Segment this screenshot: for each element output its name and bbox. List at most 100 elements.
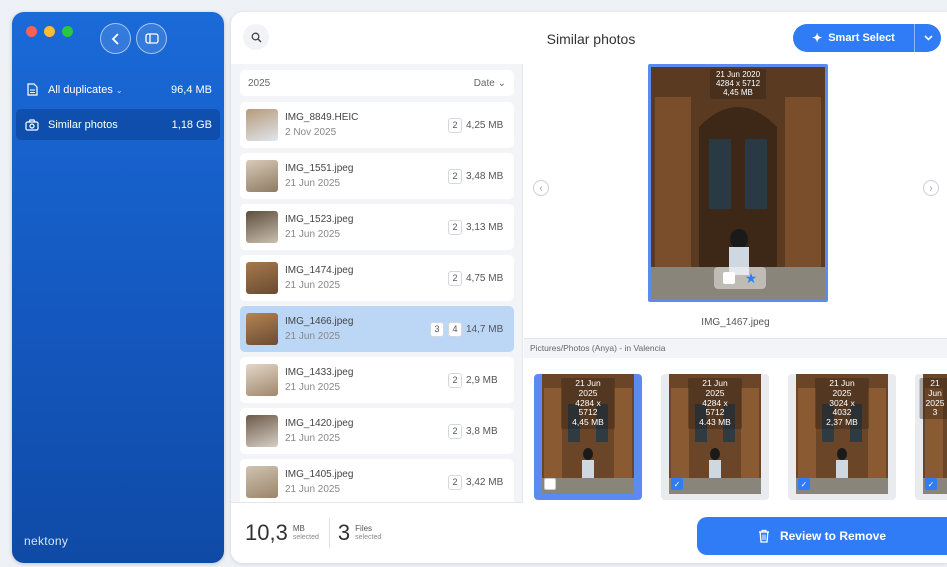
preview-date: 21 Jun 2020 xyxy=(715,70,761,79)
chevron-down-icon: ⌄ xyxy=(497,77,506,89)
gallery-photo-checkbox[interactable]: ✓ xyxy=(798,478,810,490)
select-checkbox[interactable] xyxy=(722,272,735,284)
sidebar-item-all-duplicates[interactable]: All duplicates ⌄ 96,4 MB xyxy=(16,74,220,105)
selected-size-value: 10,3 xyxy=(245,520,288,545)
divider xyxy=(328,518,330,548)
duplicate-count-badge: 2 xyxy=(448,423,462,439)
chevron-down-icon: ⌄ xyxy=(115,85,123,95)
preview-filename: IMG_1467.jpeg xyxy=(701,317,770,328)
preview-image[interactable]: 21 Jun 2020 4284 x 5712 4,45 MB ★ xyxy=(648,64,828,302)
next-photo-button[interactable]: › xyxy=(923,180,939,196)
group-year: 2025 xyxy=(248,77,271,89)
smart-select-dropdown[interactable] xyxy=(915,35,941,41)
sidebar-item-similar-photos[interactable]: Similar photos 1,18 GB xyxy=(16,109,220,140)
gallery-photo-size: 2,37 MB xyxy=(826,417,858,428)
group-size: 4,75 MB xyxy=(466,272,504,284)
file-name: IMG_1466.jpeg xyxy=(285,316,354,327)
photo-thumbnail xyxy=(246,313,278,345)
gallery-photo-date: 21 Jun 2025 xyxy=(829,378,855,398)
sidebar-item-label: Similar photos xyxy=(48,118,118,131)
main-window: Similar photos ✦ Smart Select 2025 Date … xyxy=(231,12,947,563)
toggle-sidebar-button[interactable] xyxy=(136,23,167,54)
duplicate-count-badge: 2 xyxy=(448,219,462,235)
star-icon[interactable]: ★ xyxy=(745,270,758,287)
gallery-photo-checkbox[interactable]: ✓ xyxy=(925,478,937,490)
sort-label: Date xyxy=(473,77,495,89)
gallery-photo[interactable]: 21 Jun 2025 3024 x 4032 2,37 MB ✓ xyxy=(788,374,896,500)
zoom-window-button[interactable] xyxy=(62,26,73,37)
smart-select-label: Smart Select xyxy=(828,32,895,44)
gallery-photo-checkbox[interactable] xyxy=(544,478,556,490)
photo-thumbnail xyxy=(246,160,278,192)
list-item[interactable]: IMG_1466.jpeg 21 Jun 2025 3 4 14,7 MB xyxy=(240,306,514,352)
photo-path: Pictures/Photos (Anya) - in Valencia xyxy=(524,338,947,358)
photo-thumbnail xyxy=(246,466,278,498)
photo-preview: ‹ › 21 Jun 2020 4284 x 5712 4,45 MB ★ IM… xyxy=(524,64,947,346)
gallery-photo-dimensions: 3 xyxy=(932,407,938,418)
photo-thumbnail xyxy=(246,211,278,243)
gallery-photo-info: 21 Jun 2025 4284 x 5712 4.43 MB xyxy=(688,378,742,429)
back-button[interactable] xyxy=(100,23,131,54)
list-item[interactable]: IMG_1551.jpeg 21 Jun 2025 2 3,48 MB xyxy=(240,153,514,199)
sidebar-icon xyxy=(144,33,159,44)
preview-size: 4,45 MB xyxy=(723,88,753,98)
gallery-photo[interactable]: 21 Jun 2025 4284 x 5712 4.43 MB ✓ xyxy=(661,374,769,500)
minimize-window-button[interactable] xyxy=(44,26,55,37)
group-size: 14,7 MB xyxy=(466,323,504,335)
sidebar-item-label: All duplicates xyxy=(48,83,113,96)
group-size: 4,25 MB xyxy=(466,119,504,131)
preview-actions: ★ xyxy=(714,267,766,289)
sidebar: All duplicates ⌄ 96,4 MB Similar photos … xyxy=(12,12,224,563)
photo-thumbnail xyxy=(246,109,278,141)
file-date: 2 Nov 2025 xyxy=(285,127,337,138)
photo-thumbnail xyxy=(246,415,278,447)
gallery-photo-checkbox[interactable]: ✓ xyxy=(671,478,683,490)
list-item[interactable]: IMG_8849.HEIC 2 Nov 2025 2 4,25 MB xyxy=(240,102,514,148)
gallery-photo-size: 4.43 MB xyxy=(699,417,731,428)
gallery-photo[interactable]: 21 Jun 2025 4284 x 5712 4,45 MB xyxy=(534,374,642,500)
previous-photo-button[interactable]: ‹ xyxy=(533,180,549,196)
selected-files-value: 3 xyxy=(337,520,351,545)
list-item[interactable]: IMG_1523.jpeg 21 Jun 2025 2 3,13 MB xyxy=(240,204,514,250)
sidebar-item-size: 96,4 MB xyxy=(171,83,212,96)
preview-info: 21 Jun 2020 4284 x 5712 4,45 MB xyxy=(709,69,767,99)
selection-summary: 10,3 MB selected 3 Files selected xyxy=(231,502,523,563)
duplicate-count-badge: 4 xyxy=(448,321,462,337)
duplicate-count-badge: 3 xyxy=(430,321,444,337)
gallery-photo-info: 21 Jun 2025 4284 x 5712 4,45 MB xyxy=(561,378,615,429)
similar-photos-gallery: 21 Jun 2025 4284 x 5712 4,45 MB 21 Jun 2025… xyxy=(524,358,947,508)
gallery-photo[interactable]: 21 Jun 2025 3 ✓ xyxy=(915,374,947,500)
close-window-button[interactable] xyxy=(26,26,37,37)
file-date: 21 Jun 2025 xyxy=(285,178,341,189)
list-item[interactable]: IMG_1405.jpeg 21 Jun 2025 2 3,42 MB xyxy=(240,459,514,502)
gallery-photo-dimensions: 4284 x 5712 xyxy=(702,397,728,418)
gallery-photo-info: 21 Jun 2025 3 xyxy=(919,378,947,420)
gallery-photo-date: 21 Jun 2025 xyxy=(702,378,728,398)
group-size: 2,9 MB xyxy=(466,374,498,386)
gallery-photo-info: 21 Jun 2025 3024 x 4032 2,37 MB xyxy=(815,378,869,429)
sort-dropdown[interactable]: Date ⌄ xyxy=(474,78,506,89)
review-label: Review to Remove xyxy=(779,529,887,543)
file-date: 21 Jun 2025 xyxy=(285,280,341,291)
chevron-right-icon: › xyxy=(929,182,933,194)
list-item[interactable]: IMG_1433.jpeg 21 Jun 2025 2 2,9 MB xyxy=(240,357,514,403)
file-date: 21 Jun 2025 xyxy=(285,433,341,444)
file-name: IMG_1551.jpeg xyxy=(285,163,354,174)
chevron-left-icon xyxy=(111,32,119,45)
document-icon xyxy=(24,83,40,96)
gallery-photo-dimensions: 4284 x 5712 xyxy=(575,397,601,418)
smart-select-button[interactable]: ✦ Smart Select xyxy=(793,24,941,52)
trash-icon xyxy=(758,529,769,543)
review-to-remove-button[interactable]: Review to Remove xyxy=(697,517,947,555)
duplicate-count-badge: 2 xyxy=(448,117,462,133)
gallery-photo-size: 4,45 MB xyxy=(572,417,604,428)
gallery-photo-dimensions: 3024 x 4032 xyxy=(829,397,855,418)
list-item[interactable]: IMG_1420.jpeg 21 Jun 2025 2 3,8 MB xyxy=(240,408,514,454)
photo-thumbnail xyxy=(246,364,278,396)
chevron-left-icon: ‹ xyxy=(539,182,543,194)
brand-logo: nektony xyxy=(24,534,69,548)
duplicate-count-badge: 2 xyxy=(448,372,462,388)
gallery-photo-date: 21 Jun 2025 xyxy=(925,378,945,408)
list-item[interactable]: IMG_1474.jpeg 21 Jun 2025 2 4,75 MB xyxy=(240,255,514,301)
gallery-photo-date: 21 Jun 2025 xyxy=(575,378,601,398)
